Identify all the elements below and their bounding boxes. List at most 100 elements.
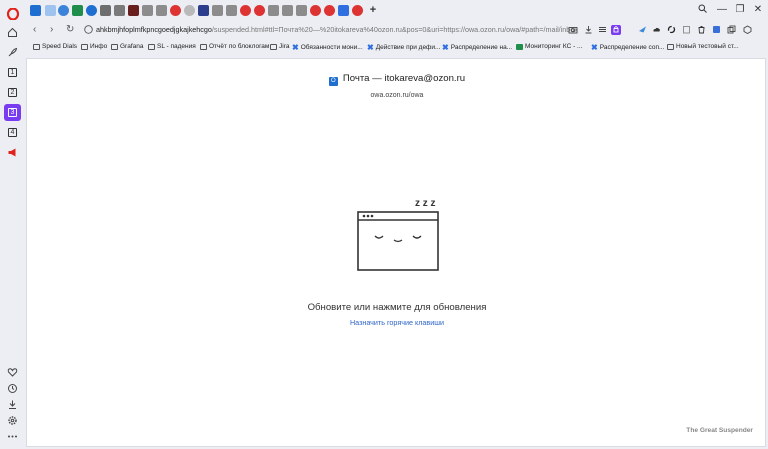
workspace-2-label: 2 xyxy=(8,88,17,97)
rocket-icon[interactable] xyxy=(4,44,21,61)
workspace-2[interactable]: 2 xyxy=(4,84,21,101)
camera-icon[interactable] xyxy=(568,25,578,35)
bookmark-item[interactable]: Мониторинг КС - ... xyxy=(516,43,582,50)
bookmark-item[interactable]: ✖ Распределение соп... xyxy=(591,43,664,52)
download-icon[interactable] xyxy=(4,396,21,413)
tab-round[interactable] xyxy=(58,5,69,16)
tab-outlook-active[interactable] xyxy=(30,5,41,16)
settings-icon[interactable] xyxy=(4,412,21,429)
more-icon[interactable] xyxy=(4,428,21,445)
bookmark-label: Новый тестовый ст... xyxy=(676,43,739,50)
bookmark-item[interactable]: Инфо xyxy=(81,43,107,50)
tab-suspended[interactable] xyxy=(142,5,153,16)
home-icon[interactable] xyxy=(4,24,21,41)
workspace-1[interactable]: 1 xyxy=(4,64,21,81)
sleep-z-letters: z z z xyxy=(415,198,436,209)
brand-label: The Great Suspender xyxy=(686,427,753,434)
bookmark-item[interactable]: Grafana xyxy=(111,43,144,50)
heart-icon[interactable] xyxy=(4,364,21,381)
extension-cloud-icon[interactable] xyxy=(651,25,661,35)
bookmark-item[interactable]: ✖ Обязанности мони... xyxy=(292,43,363,52)
bookmark-label: Отчёт по блоклогам xyxy=(209,43,270,50)
opera-logo-icon[interactable] xyxy=(4,5,21,22)
tab-suspended[interactable] xyxy=(240,5,251,16)
bookmark-label: Распределение соп... xyxy=(599,44,665,51)
folder-icon xyxy=(270,43,277,50)
tab-suspended[interactable] xyxy=(156,5,167,16)
tab-suspended[interactable] xyxy=(268,5,279,16)
folder-icon xyxy=(81,43,88,50)
page-content: O Почта — itokareva@ozon.ru owa.ozon.ru/o… xyxy=(26,58,766,447)
tab-suspended[interactable] xyxy=(338,5,349,16)
bookmark-item[interactable]: ✖ Распределение на... xyxy=(442,43,512,52)
reload-button[interactable]: ↻ xyxy=(66,24,74,35)
history-icon[interactable] xyxy=(4,380,21,397)
tab-doc[interactable] xyxy=(45,5,56,16)
address-row: ‹ › ↻ ahkbmjhfoplmfkpncgoedjgkajkehcgo/s… xyxy=(26,22,768,40)
assign-hotkeys-link[interactable]: Назначить горячие клавиши xyxy=(27,318,767,327)
menu-icon[interactable] xyxy=(597,25,607,35)
workspace-3[interactable]: 3 xyxy=(4,104,21,121)
extensions-cube-icon[interactable] xyxy=(742,25,752,35)
restore-button[interactable]: ❐ xyxy=(733,4,747,15)
megaphone-icon[interactable] xyxy=(4,144,21,161)
bookmark-label: Мониторинг КС - ... xyxy=(525,43,583,50)
tab-suspended[interactable] xyxy=(324,5,335,16)
tab-blue[interactable] xyxy=(86,5,97,16)
extension-bird-icon[interactable] xyxy=(637,25,647,35)
tab-suspended[interactable] xyxy=(282,5,293,16)
tab-suspended[interactable] xyxy=(310,5,321,16)
tab-suspended[interactable] xyxy=(128,5,139,16)
url-rest: /suspended.html#ttl=Почта%20—%20itokarev… xyxy=(211,25,578,34)
extension-clipboard-icon[interactable] xyxy=(681,25,691,35)
download-page-icon[interactable] xyxy=(583,25,593,35)
site-info-icon[interactable] xyxy=(83,25,93,35)
new-tab-button[interactable]: + xyxy=(366,4,380,16)
bookmark-item[interactable]: ✖ Действие при дефи... xyxy=(367,43,440,52)
bookmark-label: Действие при дефи... xyxy=(375,44,441,51)
workspace-4-label: 4 xyxy=(8,128,17,137)
folder-icon xyxy=(200,43,207,50)
sheet-icon xyxy=(516,43,523,50)
tab-suspended[interactable] xyxy=(226,5,237,16)
tab-strip: + — ❐ ✕ xyxy=(26,0,768,22)
bookmark-item[interactable]: Отчёт по блоклогам xyxy=(200,43,269,50)
bookmark-item[interactable]: Новый тестовый ст... xyxy=(667,43,739,50)
bookmark-item[interactable]: Speed Dials xyxy=(33,43,77,50)
url-field[interactable]: ahkbmjhfoplmfkpncgoedjgkajkehcgo/suspend… xyxy=(96,25,578,34)
vpn-icon[interactable] xyxy=(611,25,621,35)
back-button[interactable]: ‹ xyxy=(33,24,36,35)
url-host: ahkbmjhfoplmfkpncgoedjgkajkehcgo xyxy=(96,25,212,34)
forward-button[interactable]: › xyxy=(50,24,53,35)
x-icon: ✖ xyxy=(367,43,374,52)
tab-suspended[interactable] xyxy=(296,5,307,16)
bookmark-item[interactable]: Jira xyxy=(270,43,289,50)
tab-suspended[interactable] xyxy=(114,5,125,16)
tab-suspended[interactable] xyxy=(100,5,111,16)
outlook-icon: O xyxy=(328,77,338,86)
reload-message[interactable]: Обновите или нажмите для обновления xyxy=(27,302,767,313)
tab-suspended[interactable] xyxy=(254,5,265,16)
tab-suspended[interactable] xyxy=(198,5,209,16)
tab-search-icon[interactable] xyxy=(695,4,709,16)
bookmark-label: Jira xyxy=(279,43,290,50)
page-url: owa.ozon.ru/owa xyxy=(370,92,424,99)
workspace-4[interactable]: 4 xyxy=(4,124,21,141)
tab-suspended[interactable] xyxy=(212,5,223,16)
page-title: O Почта — itokareva@ozon.ru xyxy=(27,73,767,86)
bookmarks-bar: Speed Dials Инфо Grafana SL - падения От… xyxy=(26,40,768,56)
close-window-button[interactable]: ✕ xyxy=(751,4,765,15)
minimize-button[interactable]: — xyxy=(715,4,729,15)
extension-trash-icon[interactable] xyxy=(696,25,706,35)
folder-icon xyxy=(148,43,155,50)
tab-suspended[interactable] xyxy=(352,5,363,16)
tab-sheet[interactable] xyxy=(72,5,83,16)
sidebar: 1 2 3 4 xyxy=(0,0,26,449)
sleeping-window-illustration[interactable]: z z z xyxy=(353,192,443,274)
tab-suspended[interactable] xyxy=(184,5,195,16)
bookmark-item[interactable]: SL - падения xyxy=(148,43,196,50)
tab-suspended[interactable] xyxy=(170,5,181,16)
extension-copy-icon[interactable] xyxy=(726,25,736,35)
extension-sync-icon[interactable] xyxy=(666,25,676,35)
extension-translate-icon[interactable] xyxy=(711,25,721,35)
